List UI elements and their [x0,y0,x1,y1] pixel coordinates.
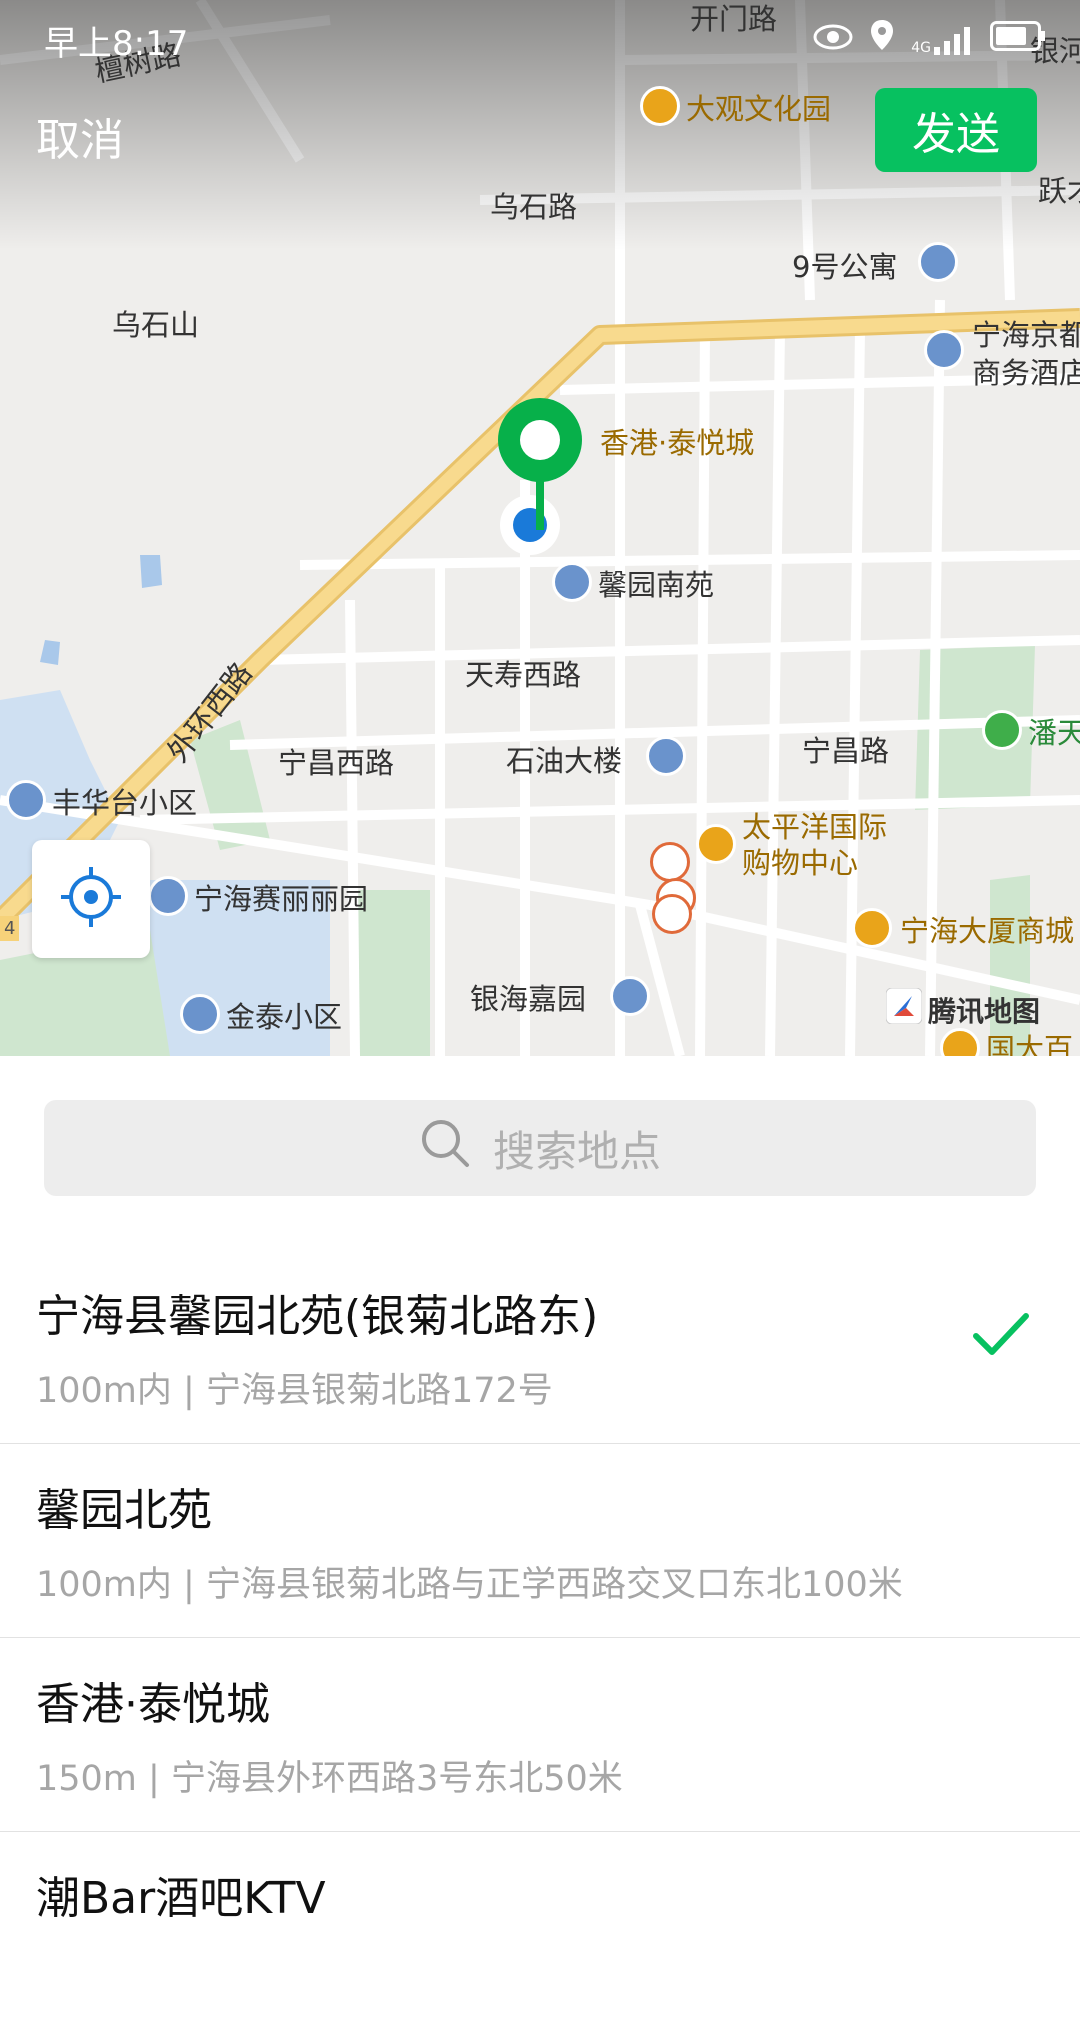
map-attribution: 腾讯地图 [885,987,1041,1031]
road-label: 宁昌路 [802,734,890,768]
place-name: 馨园北苑 [36,1485,212,1536]
map-place-label: 潘天 [1028,716,1080,750]
battery-icon [990,20,1046,60]
place-name: 宁海县馨园北苑(银菊北路东) [36,1291,599,1342]
map-place-label: 大观文化园 [686,92,832,126]
status-bar: 早上8:17 4G [0,0,1080,80]
cancel-button[interactable]: 取消 [36,104,124,168]
results-panel: 搜索地点 宁海县馨园北苑(银菊北路东) 100m内 | 宁海县银菊北路172号 … [0,1056,1080,1924]
residence-icon [148,876,188,916]
map-place-label: 购物中心 [742,846,859,880]
eye-icon [813,20,853,60]
building-icon [646,736,686,776]
place-address: 150m | 宁海县外环西路3号东北50米 [36,1759,623,1799]
place-address: 100m内 | 宁海县银菊北路与正学西路交叉口东北100米 [36,1565,903,1605]
location-icon [869,18,895,61]
place-name: 香港·泰悦城 [36,1679,270,1730]
my-location-button[interactable] [32,840,150,958]
list-item[interactable]: 潮Bar酒吧KTV [0,1832,1080,2025]
residence-icon [180,994,220,1034]
crosshair-icon [59,865,123,933]
map-place-label: 石油大楼 [506,744,623,778]
map-place-label: 香港·泰悦城 [600,426,755,460]
park-icon [982,710,1022,750]
tencent-map-logo-icon [885,987,923,1031]
map-place-label: 馨园南苑 [598,568,715,602]
residence-icon [610,976,650,1016]
map-place-label: 9号公寓 [792,250,898,284]
send-button[interactable]: 发送 [875,88,1037,172]
shopping-icon [852,908,892,948]
search-placeholder: 搜索地点 [492,1126,661,1176]
map-place-label: 跃才 [1038,174,1080,208]
map-view[interactable]: 檀树路 乌石路 天寿西路 宁昌西路 宁昌路 外环西路 开门路 乌石山 大观文化园… [0,0,1080,1056]
search-input[interactable]: 搜索地点 [44,1100,1036,1196]
signal-icon: 4G [911,25,974,55]
list-item[interactable]: 香港·泰悦城 150m | 宁海县外环西路3号东北50米 [0,1638,1080,1832]
results-list: 宁海县馨园北苑(银菊北路东) 100m内 | 宁海县银菊北路172号 馨园北苑 … [0,1250,1080,2025]
place-address: 100m内 | 宁海县银菊北路172号 [36,1371,553,1411]
construction-icon [650,842,690,882]
map-place-label: 银海嘉园 [470,982,587,1016]
poi-orange-icon [640,86,680,126]
construction-icon [652,894,692,934]
road-label: 天寿西路 [465,658,582,692]
map-place-label: 金泰小区 [226,1000,343,1034]
search-icon [419,1117,471,1179]
map-place-label: 宁海大厦商城 [900,914,1075,948]
map-place-label: 乌石山 [112,308,200,342]
map-place-label: 商务酒店 [972,356,1080,390]
list-item[interactable]: 宁海县馨园北苑(银菊北路东) 100m内 | 宁海县银菊北路172号 [0,1250,1080,1444]
checkmark-icon [972,1312,1030,1362]
place-name: 潮Bar酒吧KTV [36,1873,326,1924]
list-item[interactable]: 馨园北苑 100m内 | 宁海县银菊北路与正学西路交叉口东北100米 [0,1444,1080,1638]
shopping-icon [696,824,736,864]
map-place-label: 宁海京都 [972,318,1080,352]
residence-icon [552,562,592,602]
attribution-text: 腾讯地图 [928,994,1041,1028]
status-time: 早上8:17 [44,24,189,64]
map-place-label: 丰华台小区 [52,786,198,820]
network-type: 4G [911,39,931,56]
map-place-label: 宁海赛丽丽园 [194,882,369,916]
road-shield: 4 [0,916,20,941]
road-label: 乌石路 [490,190,578,224]
residence-icon [6,780,46,820]
hotel-icon [918,242,958,282]
hotel-icon [924,330,964,370]
road-label: 宁昌西路 [278,746,395,780]
